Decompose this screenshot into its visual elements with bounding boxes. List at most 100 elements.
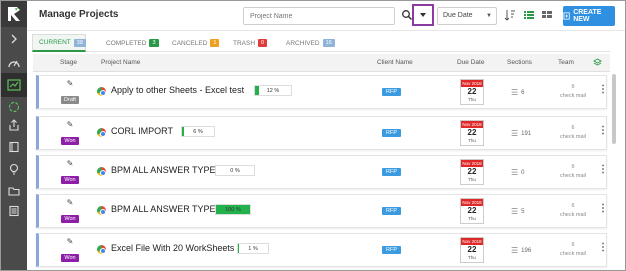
table-row[interactable]: ✎ Won CORL IMPORT 6 % RFP Nov 2018 22 Th… — [36, 116, 608, 150]
client-rfp-badge: RFP — [382, 88, 401, 96]
team-label: check mail — [560, 134, 586, 140]
more-actions-kebab-icon[interactable]: ⋮ — [598, 165, 608, 175]
library-book-icon[interactable] — [1, 135, 27, 159]
due-date-calendar: Nov 2018 22 Thu — [460, 159, 484, 185]
chrome-browser-icon — [97, 128, 106, 137]
tab-count-badge: 16 — [322, 39, 335, 47]
due-month: Nov 2018 — [461, 199, 483, 206]
stage-cell: ✎ Won — [59, 159, 81, 186]
progress-bar: 100 % — [215, 204, 251, 215]
grid-view-icon[interactable] — [541, 9, 553, 21]
sections-cell[interactable]: ☰ 191 — [511, 129, 531, 138]
more-actions-kebab-icon[interactable]: ⋮ — [598, 126, 608, 136]
tab-label: ARCHIVED — [286, 39, 320, 47]
progress-label: 12 % — [266, 88, 280, 94]
expand-chevron-icon[interactable] — [1, 27, 27, 51]
project-name-search-input[interactable] — [243, 7, 395, 25]
tab-current[interactable]: CURRENT 38 — [32, 34, 86, 52]
tab-canceled[interactable]: CANCELED 1 — [166, 34, 225, 52]
more-actions-kebab-icon[interactable]: ⋮ — [598, 243, 608, 253]
search-filter-dropdown-toggle[interactable] — [412, 4, 434, 26]
edit-pencil-icon[interactable]: ✎ — [59, 237, 81, 246]
column-header-client-name[interactable]: Client Name — [377, 59, 413, 66]
share-upload-icon[interactable] — [1, 113, 27, 137]
tab-trash[interactable]: TRASH 0 — [227, 34, 273, 52]
scrollbar-thumb[interactable] — [612, 74, 616, 144]
team-cell[interactable]: 6 check mail — [553, 163, 593, 181]
lightbulb-icon[interactable] — [1, 157, 27, 181]
layers-settings-icon[interactable] — [593, 58, 602, 67]
due-weekday: Thu — [468, 177, 476, 182]
project-name-link[interactable]: CORL IMPORT — [111, 126, 173, 136]
team-cell[interactable]: 6 check mail — [553, 83, 593, 101]
caret-down-icon — [420, 13, 426, 17]
caret-down-icon: ▼ — [486, 13, 492, 19]
stage-cell: ✎ Won — [59, 120, 81, 147]
project-name-link[interactable]: Apply to other Sheets - Excel test — [111, 85, 244, 95]
project-name-link[interactable]: BPM ALL ANSWER TYPE — [111, 165, 216, 175]
column-header-team[interactable]: Team — [558, 59, 574, 66]
more-actions-kebab-icon[interactable]: ⋮ — [598, 85, 608, 95]
table-row[interactable]: ✎ Won BPM ALL ANSWER TYPE 0 % RFP Nov 20… — [36, 155, 608, 189]
progress-label: 1 % — [248, 246, 258, 252]
tab-count-badge: 1 — [210, 39, 220, 47]
edit-pencil-icon[interactable]: ✎ — [59, 159, 81, 168]
stage-badge: Won — [61, 176, 79, 184]
progress-bar: 0 % — [215, 165, 255, 176]
table-row[interactable]: ✎ Draft Apply to other Sheets - Excel te… — [36, 75, 608, 109]
project-status-tabs: CURRENT 38 COMPLETED 3 CANCELED 1 TRASH … — [32, 34, 610, 52]
app-logo[interactable] — [1, 1, 27, 27]
column-header-sections[interactable]: Sections — [507, 59, 532, 66]
sections-cell[interactable]: ☰ 196 — [511, 246, 531, 255]
add-document-icon — [563, 12, 570, 20]
column-header-due-date[interactable]: Due Date — [457, 59, 484, 66]
progress-label: 6 % — [193, 129, 203, 135]
projects-nav-icon[interactable] — [1, 73, 27, 97]
team-cell[interactable]: 6 check mail — [553, 124, 593, 142]
tab-completed[interactable]: COMPLETED 3 — [100, 34, 165, 52]
progress-bar: 6 % — [181, 126, 215, 137]
chrome-browser-icon — [97, 206, 106, 215]
stage-badge: Won — [61, 254, 79, 262]
create-new-button[interactable]: CREATE NEW — [563, 6, 615, 26]
due-date-calendar: Nov 2018 22 Thu — [460, 120, 484, 146]
sections-count: 5 — [521, 208, 525, 215]
reports-list-icon[interactable] — [1, 199, 27, 223]
page-header: Manage Projects Due Date ▼ CREATE NEW — [27, 1, 625, 31]
list-lines-icon: ☰ — [511, 88, 519, 97]
sections-cell[interactable]: ☰ 0 — [511, 168, 525, 177]
column-header-stage[interactable]: Stage — [60, 59, 77, 66]
sections-cell[interactable]: ☰ 6 — [511, 88, 525, 97]
edit-pencil-icon[interactable]: ✎ — [59, 79, 81, 88]
stage-badge: Won — [61, 137, 79, 145]
edit-pencil-icon[interactable]: ✎ — [59, 198, 81, 207]
more-actions-kebab-icon[interactable]: ⋮ — [598, 204, 608, 214]
sort-by-select[interactable]: Due Date ▼ — [437, 7, 497, 25]
due-day: 22 — [467, 206, 477, 215]
sections-count: 6 — [521, 89, 525, 96]
team-cell[interactable]: 6 check mail — [553, 241, 593, 259]
team-count: 6 — [571, 125, 575, 131]
due-weekday: Thu — [468, 97, 476, 102]
team-label: check mail — [560, 251, 586, 257]
sort-order-icon[interactable] — [504, 9, 516, 21]
stage-badge: Won — [61, 215, 79, 223]
sections-count: 191 — [521, 130, 532, 137]
column-header-project-name[interactable]: Project Name — [101, 59, 140, 66]
due-day: 22 — [467, 245, 477, 254]
tab-archived[interactable]: ARCHIVED 16 — [280, 34, 341, 52]
due-month: Nov 2018 — [461, 121, 483, 128]
stage-badge: Draft — [61, 96, 79, 104]
table-row[interactable]: ✎ Won Excel File With 20 WorkSheets 1 % … — [36, 233, 608, 267]
list-view-icon[interactable] — [523, 9, 535, 21]
project-name-link[interactable]: Excel File With 20 WorkSheets — [111, 243, 234, 253]
sections-cell[interactable]: ☰ 5 — [511, 207, 525, 216]
team-cell[interactable]: 6 check mail — [553, 202, 593, 220]
project-name-link[interactable]: BPM ALL ANSWER TYPE — [111, 204, 216, 214]
edit-pencil-icon[interactable]: ✎ — [59, 120, 81, 129]
dashboard-gauge-icon[interactable] — [1, 51, 27, 75]
due-day: 22 — [467, 167, 477, 176]
sidebar — [1, 1, 27, 270]
table-row[interactable]: ✎ Won BPM ALL ANSWER TYPE 100 % RFP Nov … — [36, 194, 608, 228]
progress-label: 0 % — [230, 168, 240, 174]
